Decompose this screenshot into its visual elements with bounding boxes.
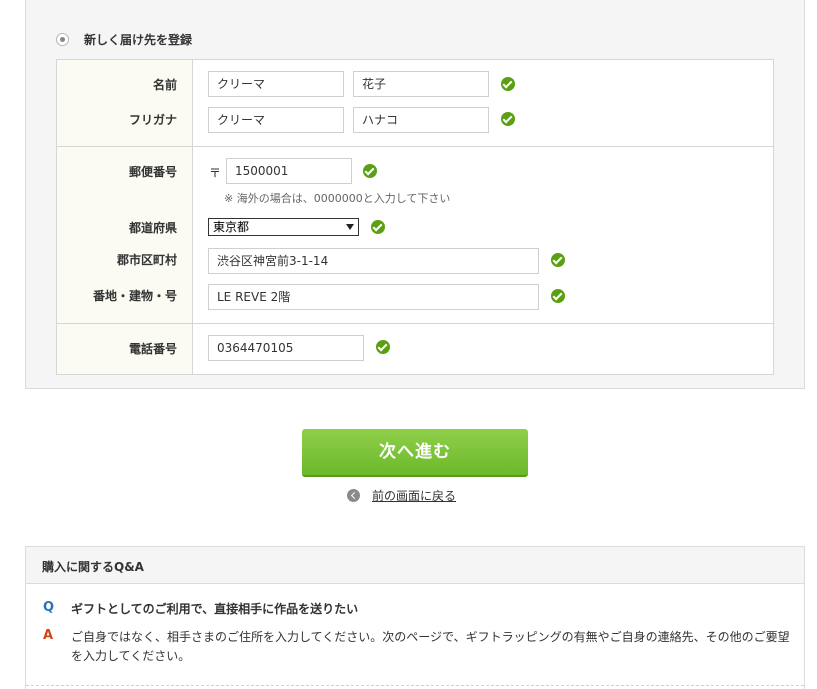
divider [26,685,804,686]
furigana-label: フリガナ [128,113,177,127]
phone-input[interactable]: 0364470105 [208,335,364,361]
prefecture-select[interactable]: 東京都 [208,218,359,236]
address-form: 名前 クリーマ 花子 フリガナ クリーマ ハナコ 郵便番号 〒 1500001 … [56,59,774,375]
row-divider [57,146,773,147]
prefecture-label: 都道府県 [128,221,177,235]
check-icon [363,164,377,178]
label-column [57,60,193,374]
postal-code-input[interactable]: 1500001 [226,158,352,184]
new-address-option[interactable]: 新しく届け先を登録 [56,29,192,49]
check-icon [501,112,515,126]
qa-header: 購入に関するQ&A [26,547,804,584]
postal-note: ※ 海外の場合は、0000000と入力して下さい [224,192,451,205]
qa-question: ギフトとしてのご利用で、直接相手に作品を送りたい [71,602,359,616]
row-divider [57,323,773,324]
phone-label: 電話番号 [128,342,177,356]
qa-title: 購入に関するQ&A [42,560,144,574]
street-label: 番地・建物・号 [92,289,177,303]
qa-answer: ご自身ではなく、相手さまのご住所を入力してください。次のページで、ギフトラッピン… [71,630,790,663]
last-name-kana-input[interactable]: クリーマ [208,107,344,133]
name-label: 名前 [152,78,177,92]
check-icon [501,77,515,91]
new-address-label: 新しく届け先を登録 [84,32,193,47]
city-label: 郡市区町村 [116,253,177,267]
check-icon [371,220,385,234]
first-name-input[interactable]: 花子 [353,71,489,97]
shipping-address-panel: 新しく届け先を登録 名前 クリーマ 花子 フリガナ クリーマ ハナコ 郵便番号 … [25,0,805,389]
first-name-kana-input[interactable]: ハナコ [353,107,489,133]
check-icon [551,253,565,267]
new-address-radio[interactable] [56,32,69,46]
city-input[interactable]: 渋谷区神宮前3-1-14 [208,248,539,274]
postal-label: 郵便番号 [128,165,177,179]
next-button[interactable]: 次へ進む [302,429,528,477]
back-link-label[interactable]: 前の画面に戻る [372,487,456,504]
chevron-left-icon [347,489,360,502]
postal-mark: 〒 [209,166,222,180]
chevron-down-icon [346,224,354,230]
check-icon [551,289,565,303]
question-mark: Q [43,600,55,615]
check-icon [376,340,390,354]
back-link[interactable]: 前の画面に戻る [347,487,456,504]
prefecture-selected: 東京都 [213,220,250,234]
answer-mark: A [43,628,54,643]
last-name-input[interactable]: クリーマ [208,71,344,97]
street-input[interactable]: LE REVE 2階 [208,284,539,310]
qa-section: 購入に関するQ&A Q ギフトとしてのご利用で、直接相手に作品を送りたい A ご… [25,546,805,689]
